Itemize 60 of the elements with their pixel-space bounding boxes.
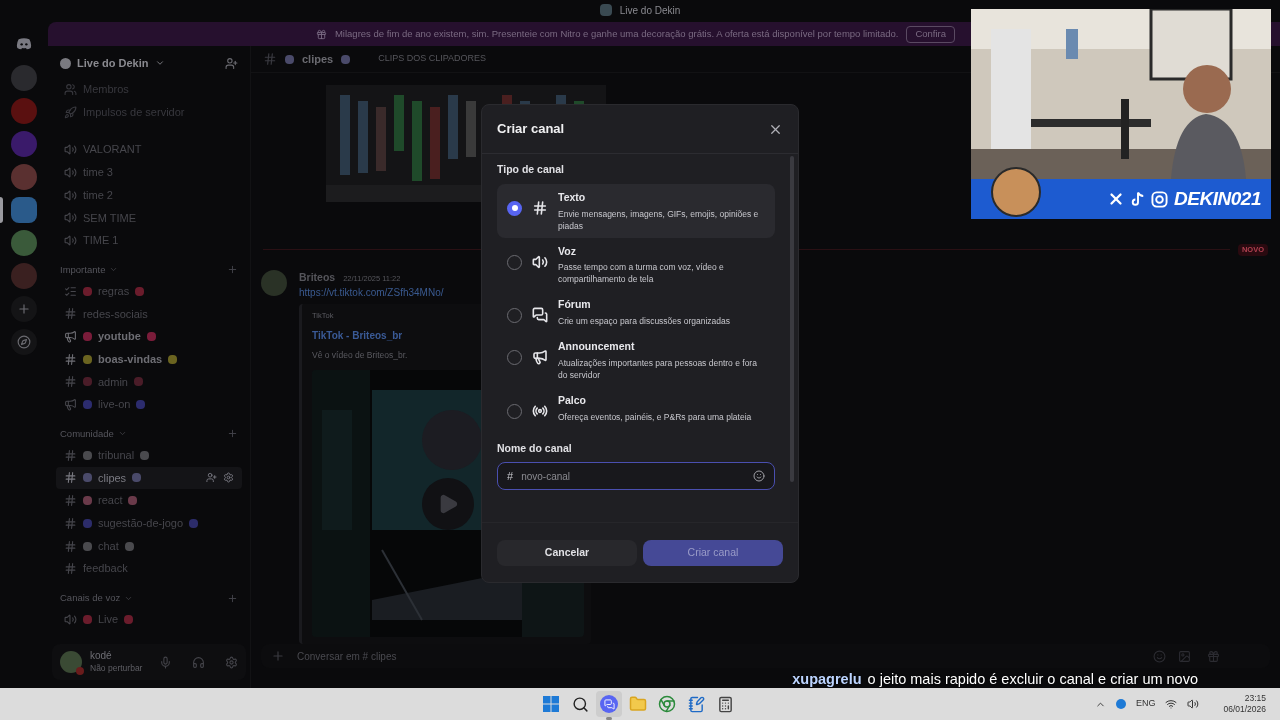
banner-text: Milagres de fim de ano existem, sim. Presenteie com Nitro e ganhe uma decoração grátis. A oferta está disponível por tempo limitado. — [334, 26, 899, 41]
clock-time[interactable]: 23:15 — [1244, 693, 1266, 704]
channel-item[interactable]: clipes — [56, 466, 242, 490]
option-title: Texto — [558, 189, 587, 205]
option-title: Palco — [558, 392, 587, 408]
option-description: Atualizações importantes para pessoas dentro e fora do servidor — [558, 356, 758, 381]
option-title: Fórum — [558, 297, 592, 313]
option-description: Crie um espaço para discussões organizadas — [558, 315, 730, 327]
channel-item[interactable]: youtube — [56, 325, 242, 348]
channel-item[interactable]: live-on — [56, 393, 242, 416]
section-label: Tipo de canal — [497, 162, 565, 177]
channel-item[interactable]: boas-vindas — [56, 347, 242, 371]
channel-item[interactable]: feedback — [56, 557, 242, 581]
language-indicator[interactable]: ENG — [1135, 697, 1156, 711]
channel-item[interactable]: time 2 — [56, 183, 242, 207]
channel-type-option[interactable]: Announcement Atualizações importantes para pessoas dentro e fora do servidor — [497, 333, 775, 387]
channel-type-option[interactable]: Texto Envie mensagens, imagens, GIFs, emojis, opiniões e piadas — [497, 183, 775, 238]
stream-chat-message: xupagrelu o jeito mais rapido é excluir o canal e criar um novo — [792, 670, 1198, 688]
channel-type-option[interactable]: Voz Passe tempo com a turma com voz, vídeo e compartilhamento de tela — [497, 237, 775, 292]
embed-title[interactable]: TikTok - Briteos_br — [312, 327, 403, 343]
option-description: Envie mensagens, imagens, GIFs, emojis, opiniões e piadas — [558, 207, 760, 232]
channel-name-field[interactable]: # novo-canal — [497, 462, 775, 491]
channel-type-option[interactable]: Fórum Crie um espaço para discussões organizadas — [497, 291, 775, 333]
banner-button[interactable]: Confira — [906, 25, 955, 43]
channel-item[interactable]: sugestão-de-jogo — [56, 512, 242, 535]
category-header[interactable]: Canais de voz — [60, 590, 121, 606]
option-description: Ofereça eventos, painéis, e P&Rs para uma plateia — [558, 410, 752, 423]
username: kodé — [90, 650, 113, 663]
channel-item[interactable]: tribunal — [56, 443, 242, 467]
server-name[interactable]: Live do Dekin — [77, 54, 149, 72]
category-header[interactable]: Importante — [60, 262, 106, 277]
channel-name-input[interactable]: novo-canal — [521, 466, 745, 487]
window-title: Live do Dekin — [619, 3, 681, 18]
clock-date[interactable]: 06/01/2026 — [1223, 704, 1266, 715]
cancel-button[interactable]: Cancelar — [497, 539, 637, 566]
channel-item[interactable]: SEM TIME — [56, 206, 242, 230]
option-title: Voz — [558, 243, 577, 259]
dialog-title: Criar canal — [497, 120, 565, 139]
channel-item[interactable]: react — [56, 489, 242, 512]
channel-item[interactable]: redes-sociais — [56, 302, 242, 326]
channel-item[interactable]: admin — [56, 370, 242, 394]
channel-topic: CLIPS DOS CLIPADORES — [378, 52, 487, 66]
user-status: Não perturbar — [90, 662, 143, 674]
embed-description: Vê o vídeo de Briteos_br. — [312, 348, 408, 362]
option-title: Announcement — [558, 339, 636, 354]
channel-title: clipes — [302, 51, 334, 67]
channel-type-option[interactable]: Palco Ofereça eventos, painéis, e P&Rs para uma plateia — [497, 386, 775, 429]
field-label: Nome do canal — [497, 440, 573, 456]
channel-item[interactable]: regras — [56, 279, 242, 303]
channel-item[interactable]: VALORANT — [56, 138, 242, 162]
channel-item[interactable]: time 3 — [56, 161, 242, 184]
hash-prefix: # — [507, 469, 514, 484]
channel-item[interactable]: Live — [56, 608, 242, 631]
channel-item[interactable]: chat — [56, 534, 242, 558]
category-header[interactable]: Comunidade — [60, 426, 114, 442]
message-link[interactable]: https://vt.tiktok.com/ZSfh34MNo/ — [299, 285, 444, 301]
message-author[interactable]: Briteos — [299, 269, 336, 286]
streamer-handle: DEKIN021 — [1174, 186, 1262, 211]
option-description: Passe tempo com a turma com voz, vídeo e compartilhamento de tela — [558, 261, 725, 286]
channel-item[interactable]: TIME 1 — [56, 229, 242, 252]
